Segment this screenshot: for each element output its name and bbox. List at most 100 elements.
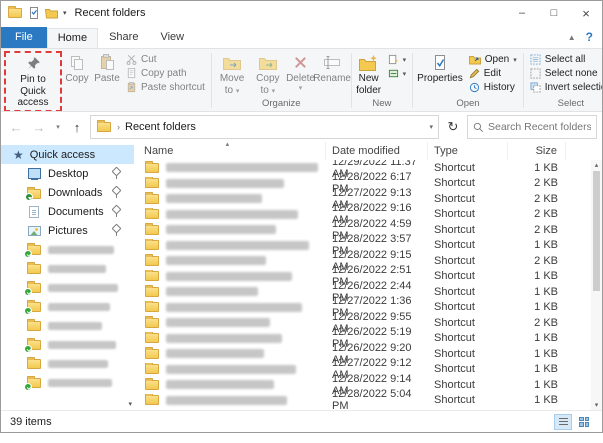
list-scrollbar[interactable]: ▴ ▾ — [591, 160, 602, 410]
details-view-button[interactable] — [554, 413, 572, 430]
sidebar-item-redacted[interactable] — [1, 373, 134, 392]
search-box[interactable] — [467, 115, 597, 139]
sidebar-item-documents[interactable]: Documents — [1, 202, 134, 221]
column-header-name[interactable]: Name ▴ — [134, 141, 326, 160]
cut-icon — [126, 54, 137, 65]
refresh-icon[interactable]: ↻ — [442, 115, 464, 139]
breadcrumb-location[interactable]: Recent folders — [125, 121, 196, 133]
sidebar-item-redacted[interactable] — [1, 297, 134, 316]
column-header-type[interactable]: Type — [428, 142, 508, 160]
paste-shortcut-button[interactable]: Paste shortcut — [124, 82, 207, 93]
folder-icon — [24, 375, 42, 391]
folder-icon — [144, 331, 160, 345]
new-item-icon — [388, 54, 399, 65]
redacted-folder-name — [48, 264, 106, 273]
file-type: Shortcut — [434, 254, 475, 267]
redacted-file-name — [166, 380, 274, 390]
address-field[interactable]: › Recent folders ▾ — [90, 115, 439, 139]
close-button[interactable]: × — [570, 1, 602, 25]
folder-icon — [144, 347, 160, 360]
cut-button[interactable]: Cut — [124, 54, 207, 65]
delete-button[interactable]: Delete ▾ — [286, 51, 316, 95]
scrollbar-thumb[interactable] — [593, 171, 600, 291]
file-type: Shortcut — [434, 363, 475, 376]
minimize-button[interactable]: – — [506, 1, 538, 25]
file-type: Shortcut — [434, 285, 475, 298]
open-button[interactable]: Open ▾ — [467, 54, 519, 65]
tab-share[interactable]: Share — [98, 27, 149, 48]
collapse-ribbon-icon[interactable]: ▲ — [568, 33, 576, 42]
select-all-button[interactable]: Select all — [528, 54, 602, 65]
paste-button[interactable]: Paste — [92, 51, 122, 87]
column-headers: Name ▴ Date modified Type Size — [134, 141, 602, 160]
copy-path-button[interactable]: Copy path — [124, 68, 207, 79]
history-button[interactable]: History — [467, 82, 519, 93]
sidebar-item-pictures[interactable]: Pictures — [1, 221, 134, 240]
sidebar-item-redacted[interactable] — [1, 278, 134, 297]
folder-icon — [26, 318, 42, 332]
qat-customize-caret-icon[interactable]: ▾ — [63, 9, 67, 17]
navigation-pane: ★ Quick access Desktop Downloads Documen… — [1, 142, 134, 410]
qat-new-folder-icon[interactable] — [45, 8, 58, 19]
table-row[interactable]: 12/28/2022 5:04 PM Shortcut 1 KB — [134, 388, 602, 410]
sidebar-item-downloads[interactable]: Downloads — [1, 183, 134, 202]
help-icon[interactable]: ? — [586, 30, 593, 44]
sidebar-item-redacted[interactable] — [1, 259, 134, 278]
sync-badge — [24, 345, 32, 353]
sidebar-item-redacted[interactable] — [1, 354, 134, 373]
tab-home[interactable]: Home — [46, 28, 99, 49]
pin-icon — [112, 187, 120, 198]
open-icon — [468, 55, 481, 65]
documents-icon — [26, 205, 42, 218]
sidebar-item-redacted[interactable] — [1, 240, 134, 259]
invert-selection-button[interactable]: Invert selection — [528, 82, 602, 93]
rename-button[interactable]: Rename — [313, 51, 351, 87]
scroll-up-icon[interactable]: ▴ — [591, 161, 602, 169]
move-to-button[interactable]: Move to ▾ — [214, 51, 250, 98]
select-none-button[interactable]: Select none — [528, 68, 602, 79]
maximize-button[interactable]: □ — [538, 1, 570, 25]
pin-to-quick-access-button[interactable]: Pin to Quick access — [4, 51, 62, 111]
redacted-file-name — [166, 256, 266, 266]
copy-button[interactable]: Copy — [62, 51, 92, 87]
group-label-open: Open — [456, 98, 480, 109]
new-folder-button[interactable]: New folder — [354, 51, 384, 98]
sidebar-item-redacted[interactable] — [1, 335, 134, 354]
redacted-folder-name — [48, 245, 114, 254]
column-header-size[interactable]: Size — [508, 142, 566, 160]
file-type: Shortcut — [434, 316, 475, 329]
copy-to-button[interactable]: Copy to ▾ — [250, 51, 285, 98]
column-header-date-modified[interactable]: Date modified — [326, 142, 428, 160]
redacted-file-name — [166, 395, 287, 405]
easy-access-button[interactable]: ▾ — [386, 68, 409, 79]
sidebar-scroll-down-icon[interactable]: ▾ — [128, 400, 132, 408]
new-item-button[interactable]: ▾ — [386, 54, 409, 65]
file-size: 2 KB — [534, 177, 558, 190]
explorer-window: ▾ Recent folders – □ × File Home Share V… — [0, 0, 603, 433]
sidebar-item-redacted[interactable] — [1, 316, 134, 335]
tab-file[interactable]: File — [1, 27, 47, 48]
edit-button[interactable]: Edit — [467, 68, 519, 79]
tab-view[interactable]: View — [149, 27, 195, 48]
thumbnails-view-button[interactable] — [575, 414, 593, 430]
quick-access-toolbar: ▾ — [7, 6, 67, 20]
address-dropdown-caret-icon[interactable]: ▾ — [429, 123, 433, 131]
folder-icon — [144, 161, 160, 174]
file-size: 1 KB — [534, 378, 558, 391]
properties-button[interactable]: Properties — [415, 51, 465, 87]
move-to-icon — [223, 53, 242, 72]
sidebar-item-desktop[interactable]: Desktop — [1, 164, 134, 183]
qat-properties-icon[interactable] — [28, 7, 40, 19]
redacted-file-name — [166, 163, 318, 173]
sync-badge — [24, 288, 32, 296]
search-input[interactable] — [488, 121, 591, 133]
back-icon[interactable]: ← — [6, 116, 26, 138]
recent-locations-caret-icon[interactable]: ▾ — [52, 116, 64, 138]
up-icon[interactable]: ↑ — [67, 116, 87, 138]
scroll-down-icon[interactable]: ▾ — [591, 401, 602, 409]
quick-access-star-icon: ★ — [13, 147, 24, 162]
forward-icon[interactable]: → — [29, 116, 49, 138]
file-size: 2 KB — [534, 254, 558, 267]
sidebar-item-quick-access[interactable]: ★ Quick access — [1, 145, 134, 164]
file-size: 1 KB — [534, 347, 558, 360]
